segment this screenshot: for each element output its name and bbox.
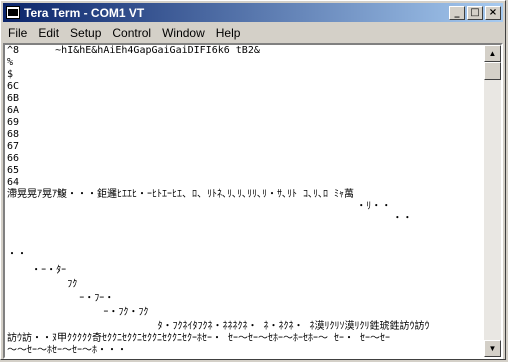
scrollbar-thumb[interactable] [484,62,501,80]
menu-bar: File Edit Setup Control Window Help [3,23,503,42]
scroll-down-arrow-icon[interactable]: ▼ [484,340,501,357]
terminal-line: 66 [7,153,20,164]
terminal-line: 67 [7,141,20,152]
terminal-line: ^8 ~hI&hE&hAiEh4GapGaiGaiDIFI6k6 tB2& [7,45,260,56]
terminal-line: ・・ [7,249,27,260]
window-controls: _ □ × [447,5,501,20]
terminal-line: ～～ｾｰ～ﾎｾｰ～ｾｰ～ﾎ・・・ [7,345,127,356]
menu-control[interactable]: Control [107,26,157,40]
maximize-button[interactable]: □ [467,5,483,20]
scroll-up-arrow-icon[interactable]: ▲ [484,45,501,62]
terminal-line: % [7,57,14,68]
vertical-scrollbar[interactable]: ▲ ▼ [484,45,501,357]
terminal-line: 6B [7,93,20,104]
terminal-line: ﾀ・ﾌｸﾈｲﾀﾌｸﾈ・ﾈﾈﾈｸﾈ・ ﾈ・ﾈｸﾈ・ ﾈ漠ﾘｸﾘｿ漠ﾘｸﾘ鉎琥鉎訪ｳ… [7,321,430,332]
terminal-line: ﾌｸ [7,279,78,290]
minimize-button[interactable]: _ [449,5,465,20]
window-title: Tera Term - COM1 VT [24,5,145,20]
terminal-line: 滯晃晃ｱ晃ｱ鰒・・・鉅邏ﾋｴｴﾋ・ｰﾋﾄｴｰﾋｴ、ﾛ、ﾘﾄﾈ､ﾘ､ﾘ､ﾘﾘ､ﾘ・… [7,189,355,200]
terminal-line: 69 [7,117,20,128]
terminal-frame: ^8 ~hI&hE&hAiEh4GapGaiGaiDIFI6k6 tB2& % … [3,43,503,359]
terminal-line: 6A [7,105,20,116]
terminal-line: 訪ｳ訪・・ﾇ甲ｸｸｸｸｸ奇ｾｸｸﾆｾｸｸﾆｾｸｸﾆｾｸｸﾆｾｸｰﾎｾｰ・ ｾｰ～… [7,333,391,344]
menu-file[interactable]: File [3,26,33,40]
menu-edit[interactable]: Edit [33,26,65,40]
terminal-line: ｰ・ﾌｸ・ﾌｸ [7,307,149,318]
tera-term-app-icon[interactable] [6,6,20,19]
menu-window[interactable]: Window [157,26,211,40]
terminal-line: ・ﾘ・・ [7,201,392,212]
terminal-line: 6C [7,81,20,92]
terminal-line: 68 [7,129,20,140]
terminal-line: ・・ [7,213,413,224]
menu-help[interactable]: Help [211,26,247,40]
terminal-line: ｰ・ﾌｰ・ [7,293,115,304]
terminal-line: 64 [7,177,20,188]
tera-term-window: Tera Term - COM1 VT _ □ × File Edit Setu… [0,0,506,360]
title-bar[interactable]: Tera Term - COM1 VT _ □ × [3,3,503,22]
menu-setup[interactable]: Setup [65,26,107,40]
close-button[interactable]: × [485,5,501,20]
terminal-output[interactable]: ^8 ~hI&hE&hAiEh4GapGaiGaiDIFI6k6 tB2& % … [5,45,484,357]
terminal-line: 65 [7,165,20,176]
terminal-line: ・ｰ・ﾀｰ [7,265,67,276]
terminal-line: $ [7,69,14,80]
